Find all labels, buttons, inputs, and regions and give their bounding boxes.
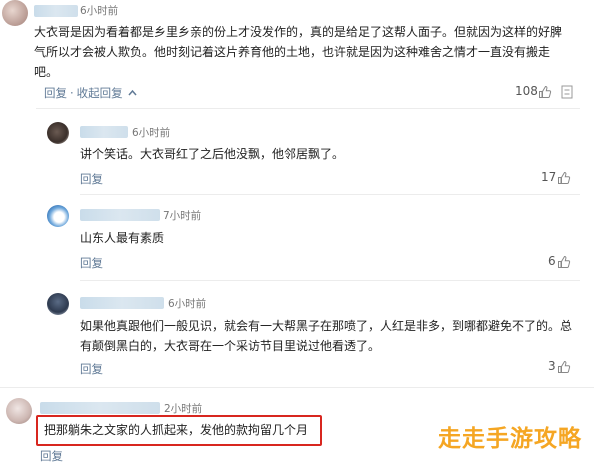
avatar[interactable] [47, 205, 69, 227]
separator: · [70, 86, 74, 100]
username[interactable] [80, 126, 128, 138]
chevron-up-icon[interactable] [128, 89, 137, 96]
username[interactable] [40, 402, 160, 414]
avatar[interactable] [47, 122, 69, 144]
like-count: 6 [548, 254, 556, 268]
watermark-logo: 走走手游攻略 [438, 426, 582, 452]
thumbs-up-icon[interactable] [538, 85, 552, 99]
thumbs-up-icon[interactable] [557, 360, 571, 374]
avatar[interactable] [2, 0, 28, 26]
username[interactable] [80, 297, 164, 309]
avatar[interactable] [6, 398, 32, 424]
reply-text: 讲个笑话。大衣哥红了之后他没飘，他邻居飘了。 [80, 147, 345, 161]
divider [80, 194, 580, 195]
reply-button[interactable]: 回复 [80, 171, 103, 187]
thumbs-up-icon[interactable] [557, 255, 571, 269]
divider [80, 280, 580, 281]
like-count: 17 [541, 170, 557, 184]
comment-time: 2小时前 [164, 403, 203, 415]
reply-button[interactable]: 回复 [40, 448, 63, 464]
reply-text: 山东人最有素质 [80, 231, 165, 245]
comment-text: 大衣哥是因为看着都是乡里乡亲的份上才没发作的，真的是给足了这帮人面子。但就因为这… [34, 25, 563, 79]
username[interactable] [34, 5, 78, 17]
comment-actions: 回复 · 收起回复 [44, 85, 137, 101]
comment-time: 6小时前 [80, 5, 119, 17]
username[interactable] [80, 209, 160, 221]
divider [0, 387, 594, 388]
avatar[interactable] [47, 293, 69, 315]
thumbs-up-icon[interactable] [557, 171, 571, 185]
reply-text: 如果他真跟他们一般见识，就会有一大帮黑子在那喷了，人红是非多，到哪都避免不了的。… [80, 319, 573, 353]
reply-time: 6小时前 [168, 298, 207, 310]
reply-time: 7小时前 [163, 210, 202, 222]
reply-button[interactable]: 回复 [80, 255, 103, 271]
like-count: 3 [548, 359, 556, 373]
comment-text: 把那躺朱之文家的人抓起来，发他的款拘留几个月 [44, 423, 309, 437]
divider [36, 108, 580, 109]
more-icon[interactable] [561, 85, 573, 99]
reply-button[interactable]: 回复 [44, 86, 67, 100]
reply-button[interactable]: 回复 [80, 361, 103, 377]
like-count: 108 [515, 84, 538, 98]
collapse-replies-button[interactable]: 收起回复 [77, 86, 123, 100]
reply-time: 6小时前 [132, 127, 171, 139]
